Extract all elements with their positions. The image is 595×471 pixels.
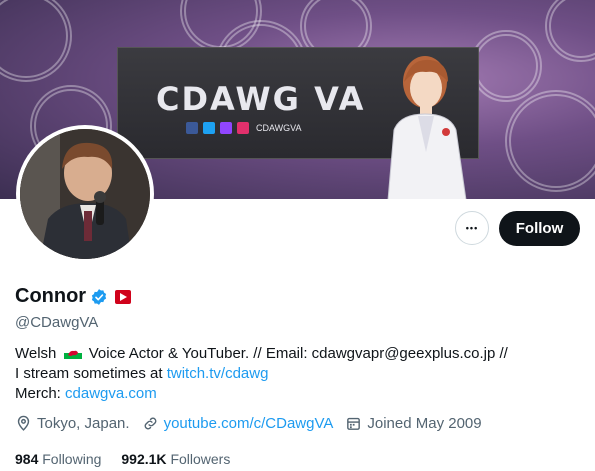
profile-avatar[interactable]	[16, 125, 154, 263]
twitch-icon	[220, 122, 232, 134]
wales-flag-icon	[63, 347, 82, 359]
banner-social-handle: CDAWGVA	[256, 123, 302, 133]
followers-label: Followers	[170, 451, 231, 467]
facebook-icon	[186, 122, 198, 134]
profile-meta: Tokyo, Japan. youtube.com/c/CDawgVA Join…	[15, 415, 494, 432]
anime-character-illustration	[387, 56, 467, 199]
bio-text: Voice Actor & YouTuber. // Email: cdawgv…	[88, 345, 508, 362]
following-count: 984	[15, 451, 39, 467]
verified-badge-icon[interactable]	[90, 288, 108, 306]
profile-name-row: Connor	[15, 285, 132, 308]
link-icon	[144, 417, 156, 430]
banner-social-row: CDAWGVA	[186, 122, 302, 134]
twitch-link[interactable]: twitch.tv/cdawg	[167, 365, 269, 382]
bio-text: I stream sometimes at	[15, 365, 167, 382]
instagram-icon	[237, 122, 249, 134]
profile-handle: @CDawgVA	[15, 314, 99, 331]
display-name: Connor	[15, 285, 87, 307]
more-options-button[interactable]: •••	[455, 211, 489, 245]
banner-brand-logo: CDAWG VA	[156, 80, 366, 118]
twitter-icon	[203, 122, 215, 134]
join-date-text: Joined May 2009	[367, 415, 482, 432]
profile-bio: Welsh Voice Actor & YouTuber. // Email: …	[15, 344, 508, 404]
bio-text: Merch:	[15, 385, 66, 402]
followers-link[interactable]: 992.1K Followers	[121, 451, 230, 467]
location-text: Tokyo, Japan.	[37, 415, 130, 432]
avatar-photo	[20, 129, 150, 259]
calendar-icon	[347, 417, 361, 430]
merch-link[interactable]: cdawgva.com	[65, 385, 157, 402]
decor-ring	[505, 90, 595, 192]
decor-ring	[545, 0, 595, 62]
decor-ring	[0, 0, 72, 82]
avatar-person-illustration	[20, 129, 150, 259]
decor-ring	[470, 30, 542, 102]
affiliate-badge-icon[interactable]	[115, 289, 132, 304]
location-pin-icon	[17, 415, 30, 431]
join-date: Joined May 2009	[345, 415, 482, 432]
follow-stats: 984 Following 992.1K Followers	[15, 451, 230, 467]
following-label: Following	[42, 451, 102, 467]
more-icon: •••	[465, 223, 479, 233]
followers-count: 992.1K	[121, 451, 167, 467]
follow-button[interactable]: Follow	[499, 211, 580, 246]
following-link[interactable]: 984 Following	[15, 451, 101, 467]
bio-text: Welsh	[15, 345, 57, 362]
website: youtube.com/c/CDawgVA	[142, 415, 334, 432]
website-link[interactable]: youtube.com/c/CDawgVA	[164, 415, 334, 432]
location: Tokyo, Japan.	[15, 415, 130, 432]
